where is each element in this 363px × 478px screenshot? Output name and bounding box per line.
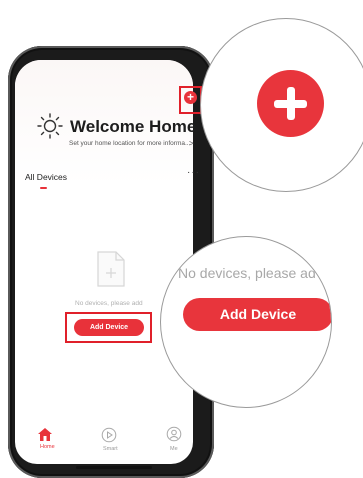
plus-icon — [257, 70, 324, 137]
more-options-button[interactable]: ··· — [187, 167, 200, 178]
chevron-right-icon[interactable]: > — [189, 139, 194, 148]
zoom-callout-add-device: No devices, please ad Add Device — [160, 236, 332, 408]
home-icon[interactable] — [37, 427, 53, 442]
home-indicator — [76, 466, 152, 469]
highlight-box-plus — [179, 86, 202, 114]
tab-all-devices[interactable]: All Devices — [25, 172, 67, 182]
tabbar-home-label[interactable]: Home — [40, 444, 55, 450]
tabbar-smart-label[interactable]: Smart — [103, 446, 118, 452]
profile-icon[interactable] — [166, 426, 182, 442]
empty-state-text: No devices, please add — [75, 300, 143, 307]
highlight-box-add-device — [65, 312, 152, 343]
zoom-callout-plus — [200, 18, 363, 192]
tab-active-indicator — [40, 187, 47, 189]
sun-icon — [37, 113, 63, 139]
zoom-empty-state-text: No devices, please ad — [178, 265, 316, 281]
smart-play-icon[interactable] — [101, 427, 117, 443]
tabbar-me-label[interactable]: Me — [170, 446, 178, 452]
file-plus-icon — [97, 251, 125, 287]
welcome-title: Welcome Home — [70, 117, 197, 136]
home-location-prompt[interactable]: Set your home location for more informa.… — [69, 140, 190, 147]
zoom-add-device-button: Add Device — [183, 298, 331, 331]
